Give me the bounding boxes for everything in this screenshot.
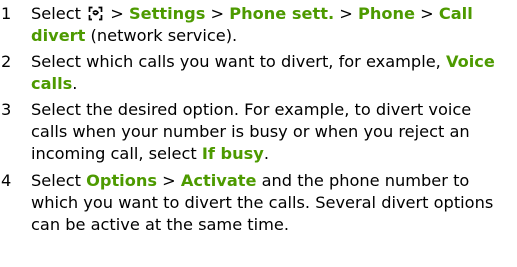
step-text-segment: . bbox=[263, 144, 270, 163]
menu-path-options: Options bbox=[86, 171, 158, 190]
step-text-segment: > bbox=[415, 4, 439, 23]
step-text-segment: . bbox=[72, 74, 78, 93]
step-text: Select Options > Activate and the phone … bbox=[31, 170, 512, 236]
menu-path-phone-sett: Phone sett. bbox=[229, 4, 335, 23]
step-number: 2 bbox=[1, 52, 12, 71]
option-if-busy: If busy bbox=[201, 144, 264, 163]
menu-key-icon bbox=[87, 4, 104, 22]
step-text: Select which calls you want to divert, f… bbox=[31, 51, 512, 95]
step-text-segment: Select bbox=[31, 4, 87, 23]
menu-path-activate: Activate bbox=[180, 171, 257, 190]
step-text: Select the desired option. For example, … bbox=[31, 99, 512, 165]
step-number: 4 bbox=[1, 171, 12, 190]
step-text-segment: Select which calls you want to divert, f… bbox=[31, 52, 446, 71]
step-text-segment: > bbox=[334, 4, 358, 23]
step-number: 3 bbox=[1, 100, 12, 119]
menu-path-phone: Phone bbox=[357, 4, 415, 23]
step-number: 1 bbox=[1, 4, 12, 23]
menu-path-settings: Settings bbox=[128, 4, 206, 23]
step-text-segment: > bbox=[105, 4, 129, 23]
step-text-segment: Select bbox=[31, 171, 87, 190]
step-text: Select > Settings > Phone sett. > Phone … bbox=[31, 3, 512, 47]
step-text-segment: (network service). bbox=[85, 26, 238, 45]
instruction-steps: 1 Select > Settings > Phone sett. > Phon… bbox=[0, 0, 517, 267]
step-text-segment: > bbox=[157, 171, 181, 190]
step-text-segment: > bbox=[205, 4, 230, 23]
